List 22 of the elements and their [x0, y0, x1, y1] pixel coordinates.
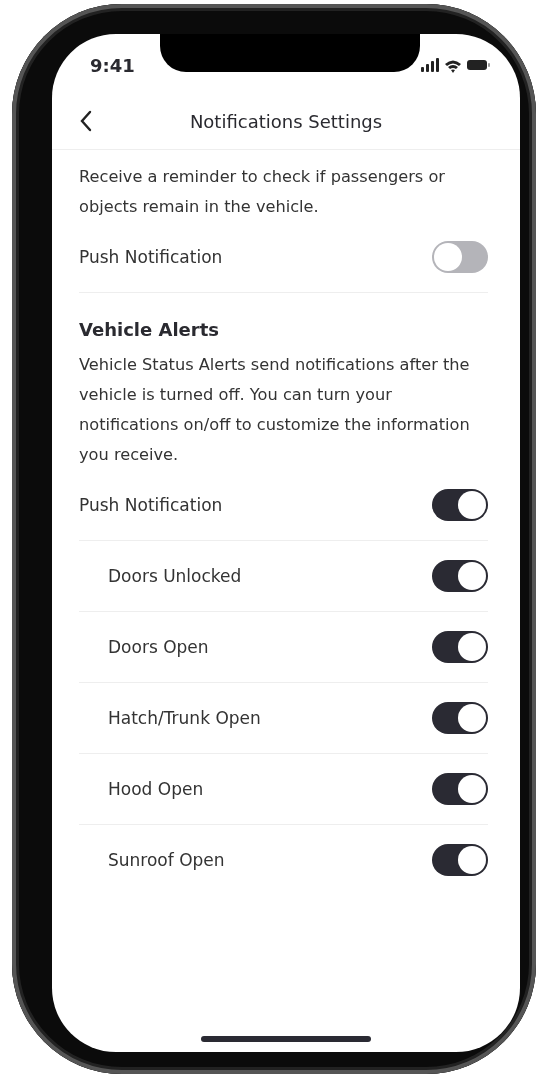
- back-icon[interactable]: [79, 110, 93, 132]
- setting-label: Push Notification: [79, 247, 223, 267]
- section-description: Receive a reminder to check if passengers or objects remain in the vehicle.: [79, 166, 446, 218]
- setting-label: Hood Open: [107, 779, 204, 799]
- toggle-switch[interactable]: [432, 241, 488, 273]
- setting-label: Doors Open: [107, 637, 209, 657]
- status-time: 9:41: [90, 54, 135, 76]
- toggle-switch[interactable]: [432, 702, 488, 734]
- section-heading: Vehicle Alerts: [79, 319, 220, 340]
- screen-title: Notifications Settings: [188, 110, 384, 132]
- battery-icon: [467, 60, 490, 70]
- setting-label: Doors Unlocked: [107, 566, 242, 586]
- toggle-switch[interactable]: [432, 773, 488, 805]
- setting-label: Sunroof Open: [107, 850, 225, 870]
- toggle-switch[interactable]: [432, 489, 488, 521]
- toggle-switch[interactable]: [432, 844, 488, 876]
- section-description: Vehicle Status Alerts send notifications after the vehicle is turned off. You can turn your notifications on/off to customize the information you receive.: [79, 354, 471, 466]
- setting-label: Hatch/Trunk Open: [107, 708, 261, 728]
- toggle-switch[interactable]: [432, 631, 488, 663]
- signal-icon: [421, 57, 439, 73]
- setting-label: Push Notification: [79, 495, 223, 515]
- toggle-switch[interactable]: [432, 560, 488, 592]
